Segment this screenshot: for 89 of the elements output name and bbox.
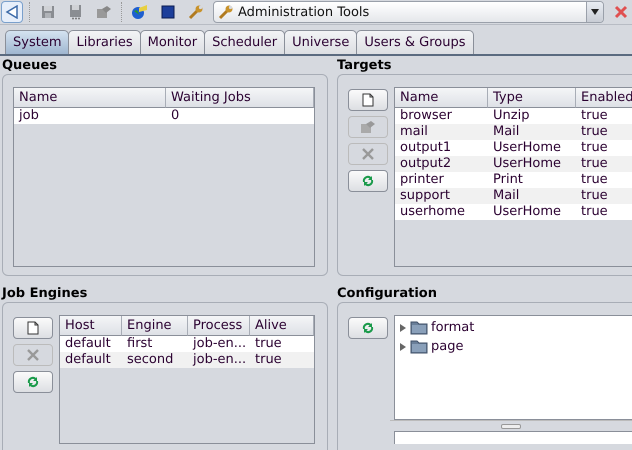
table-cell-text: true — [580, 188, 609, 204]
tree-item[interactable]: page — [399, 337, 628, 356]
delete-icon — [26, 348, 40, 362]
table-cell-text: job-en... — [192, 352, 248, 368]
dropdown-arrow-icon — [591, 9, 599, 15]
table-cell-text: job — [18, 108, 40, 124]
column-header[interactable]: Name — [14, 88, 166, 108]
table-cell-text: true — [580, 172, 609, 188]
table-row[interactable]: default second job-en... true — [60, 352, 314, 368]
table-cell-text: job-en... — [192, 336, 248, 352]
new-document-icon — [362, 93, 374, 107]
edit-document-icon — [360, 120, 376, 134]
table-cell-text: true — [580, 124, 609, 140]
expand-arrow-icon[interactable] — [399, 324, 407, 332]
close-icon — [614, 5, 628, 19]
column-header[interactable]: Engine — [122, 316, 188, 336]
table-cell-text: default — [64, 352, 112, 368]
table-cell-text: browser — [399, 108, 454, 124]
table-cell-text: Unzip — [492, 108, 530, 124]
table-cell-text: first — [126, 336, 154, 352]
folder-icon — [410, 320, 428, 335]
refresh-icon — [360, 321, 376, 335]
wrench-icon — [218, 4, 234, 20]
table-cell-text: UserHome — [492, 204, 562, 220]
table-row[interactable]: default first job-en... true — [60, 336, 314, 352]
column-header[interactable]: Waiting Jobs — [166, 88, 314, 108]
tab[interactable]: Scheduler — [204, 30, 286, 54]
refresh-button[interactable] — [348, 317, 388, 339]
table-row[interactable]: userhome UserHome true — [395, 204, 632, 220]
refresh-icon — [25, 375, 41, 389]
table-row[interactable]: output1 UserHome true — [395, 140, 632, 156]
table-cell-text: UserHome — [492, 156, 562, 172]
refresh-button[interactable] — [13, 371, 53, 393]
column-header[interactable]: Host — [60, 316, 122, 336]
table-cell-text: Mail — [492, 124, 520, 140]
table-cell-text: default — [64, 336, 112, 352]
column-header[interactable]: Name — [395, 88, 488, 108]
table-cell-text: 0 — [170, 108, 180, 124]
table-row[interactable]: browser Unzip true — [395, 108, 632, 124]
refresh-icon — [360, 174, 376, 188]
section-title: Queues — [1, 57, 58, 74]
table-row[interactable]: support Mail true — [395, 188, 632, 204]
edit-document-icon — [96, 5, 112, 19]
new-button[interactable] — [348, 89, 388, 111]
table-row[interactable]: printer Print true — [395, 172, 632, 188]
table-cell-text: second — [126, 352, 174, 368]
table-cell-text: true — [254, 352, 283, 368]
table-cell-text: userhome — [399, 204, 466, 220]
column-header[interactable]: Alive — [250, 316, 314, 336]
table-cell-text: true — [580, 140, 609, 156]
tree-item[interactable]: format — [399, 318, 628, 337]
table-cell-text: UserHome — [492, 140, 562, 156]
table-cell-text: output1 — [399, 140, 452, 156]
back-button[interactable] — [1, 1, 23, 23]
table-cell-text: true — [580, 108, 609, 124]
table-row[interactable]: mail Mail true — [395, 124, 632, 140]
tool-selector[interactable]: Administration Tools — [213, 1, 604, 23]
wrench-icon — [188, 4, 204, 20]
new-button[interactable] — [13, 317, 53, 339]
table-cell-text: Print — [492, 172, 524, 188]
table-row[interactable]: output2 UserHome true — [395, 156, 632, 172]
column-header[interactable]: Enabled — [576, 88, 632, 108]
table-cell-text: output2 — [399, 156, 452, 172]
table-cell-text: printer — [399, 172, 445, 188]
tab[interactable]: Universe — [284, 30, 358, 54]
folder-icon — [410, 339, 428, 354]
tab[interactable]: System — [5, 30, 70, 54]
column-header[interactable]: Process — [188, 316, 250, 336]
table-cell-text: true — [254, 336, 283, 352]
refresh-button[interactable] — [348, 170, 388, 192]
tab[interactable]: Monitor — [140, 30, 206, 54]
new-document-icon — [27, 321, 39, 335]
table-cell-text: Mail — [492, 188, 520, 204]
table-cell-text: true — [580, 204, 609, 220]
tab[interactable]: Users & Groups — [356, 30, 474, 54]
section-title: Configuration — [336, 285, 438, 302]
section-title: Targets — [336, 57, 392, 74]
table-cell-text: mail — [399, 124, 429, 140]
delete-icon — [361, 147, 375, 161]
table-row[interactable]: job 0 — [14, 108, 314, 124]
square-icon — [161, 5, 175, 19]
column-header[interactable]: Type — [488, 88, 576, 108]
table-cell-text: true — [580, 156, 609, 172]
section-title: Job Engines — [0, 285, 88, 302]
expand-arrow-icon[interactable] — [399, 342, 407, 350]
back-arrow-icon — [5, 5, 19, 19]
tab[interactable]: Libraries — [68, 30, 141, 54]
table-cell-text: support — [399, 188, 451, 204]
globe-icon — [131, 4, 149, 20]
